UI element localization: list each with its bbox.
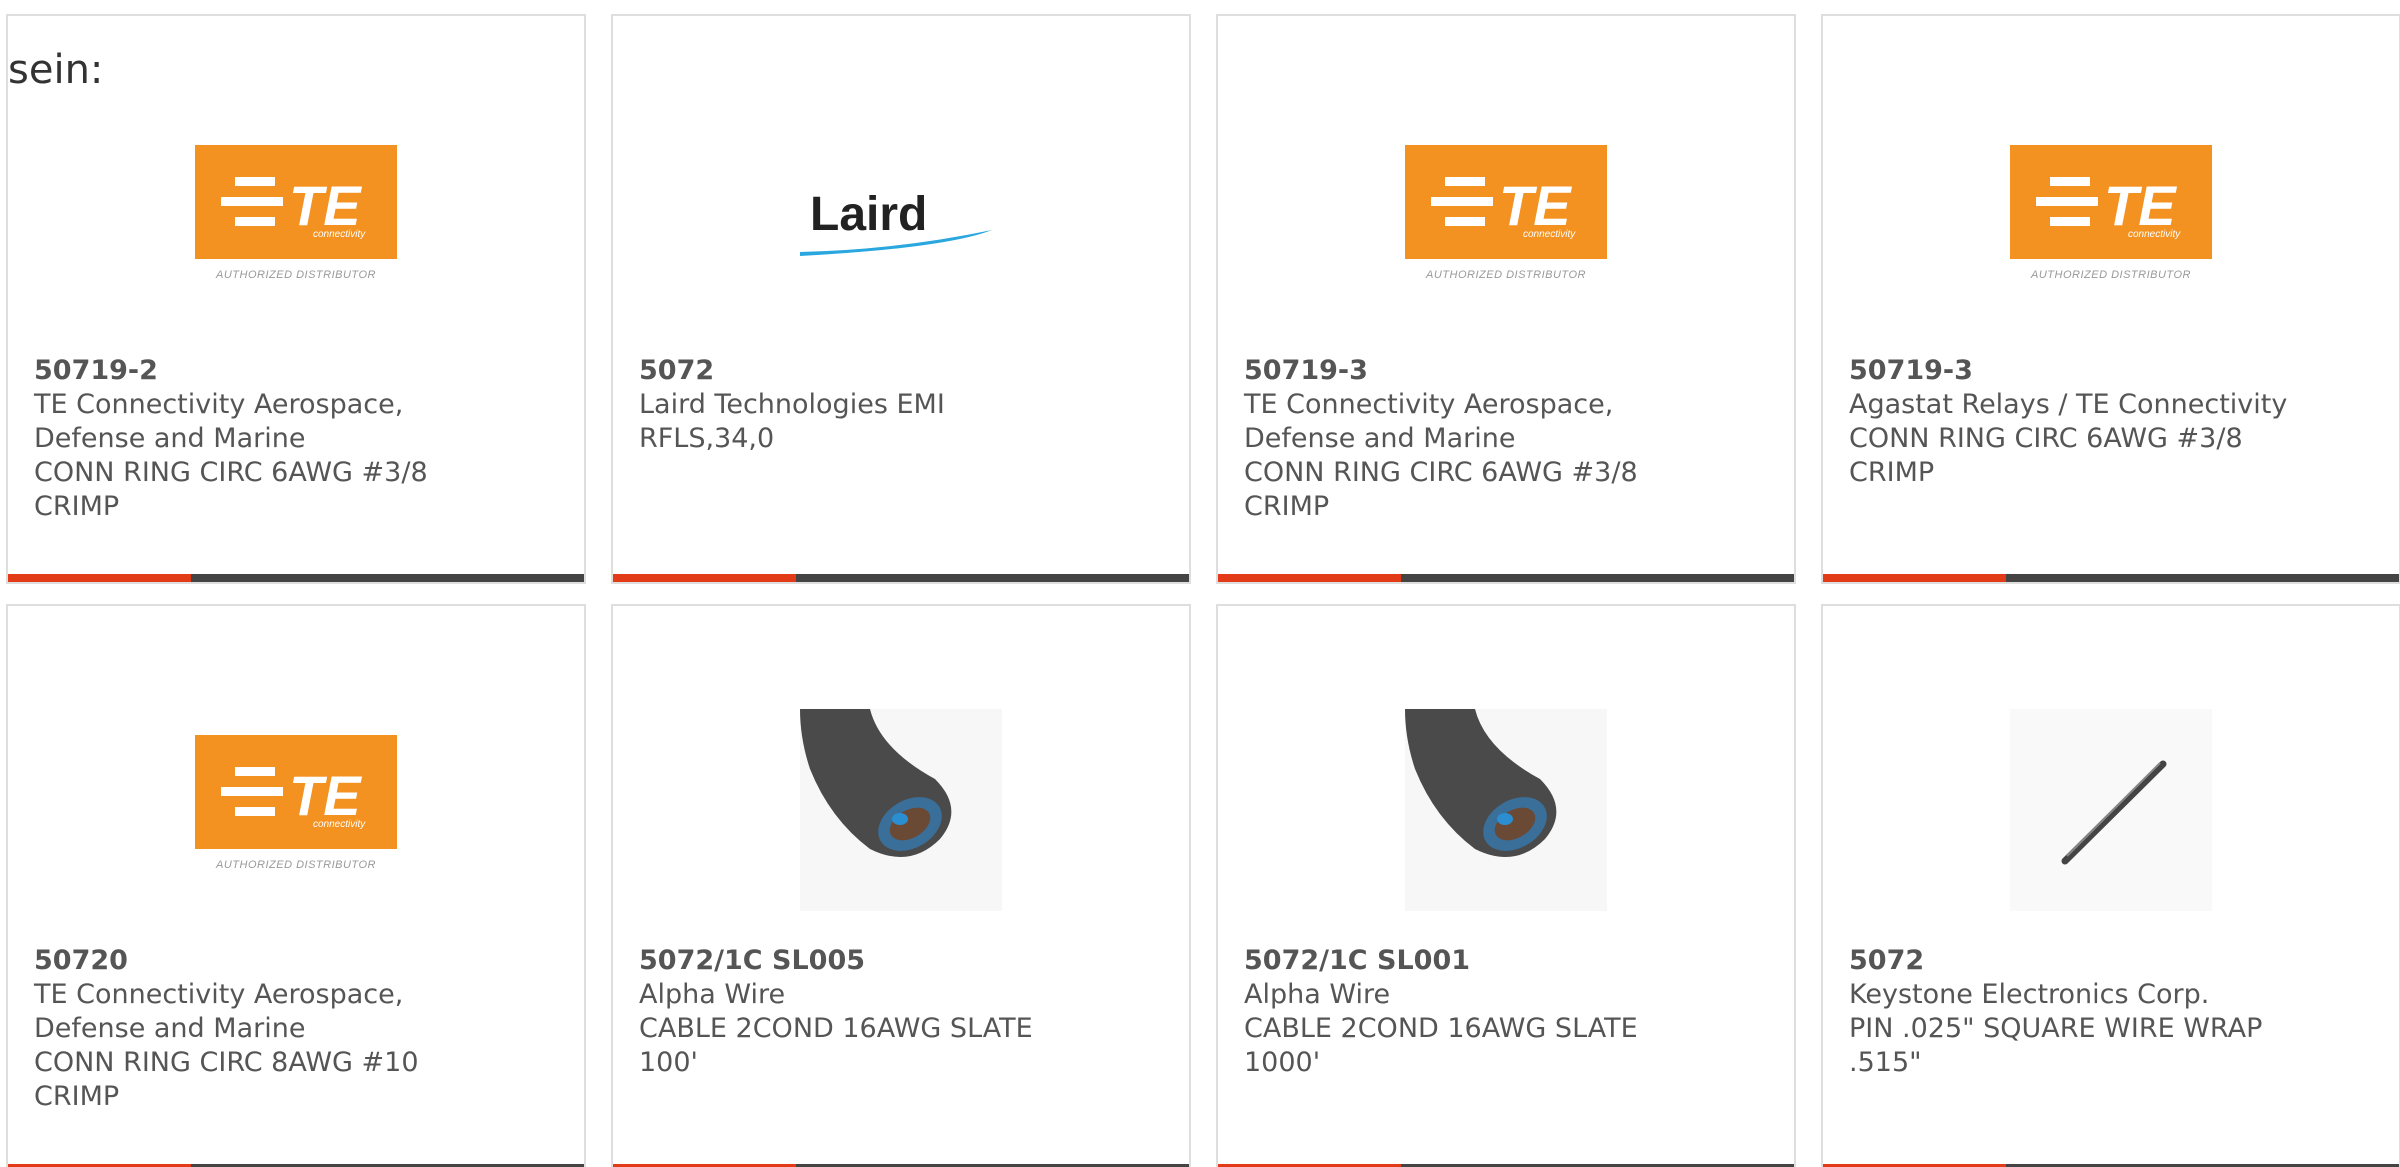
- product-card[interactable]: 5072 Keystone Electronics Corp. PIN .025…: [1821, 604, 2400, 1167]
- description-line: .515": [1849, 1047, 1922, 1078]
- product-info: 50719-3 Agastat Relays / TE Connectivity…: [1849, 354, 2373, 490]
- svg-text:TE: TE: [2104, 174, 2177, 237]
- product-image-area[interactable]: TE connectivity AUTHORIZED DISTRIBUTOR: [8, 116, 584, 324]
- manufacturer-line: Defense and Marine: [34, 423, 306, 454]
- product-results-page: sein: TE connectivity AUTHORIZED DISTRIB…: [0, 0, 2400, 1167]
- cable-photo: [800, 709, 1002, 911]
- product-card[interactable]: 5072/1C SL005 Alpha Wire CABLE 2COND 16A…: [611, 604, 1191, 1167]
- card-bottom-bar: [8, 574, 584, 582]
- part-number[interactable]: 50719-3: [1849, 354, 2373, 388]
- part-number[interactable]: 50719-3: [1244, 354, 1768, 388]
- svg-text:connectivity: connectivity: [1523, 229, 1576, 240]
- description-line: CABLE 2COND 16AWG SLATE: [639, 1013, 1033, 1044]
- product-card[interactable]: 5072/1C SL001 Alpha Wire CABLE 2COND 16A…: [1216, 604, 1796, 1167]
- te-connectivity-logo: TE connectivity AUTHORIZED DISTRIBUTOR: [195, 735, 397, 885]
- manufacturer-line: Keystone Electronics Corp.: [1849, 979, 2210, 1010]
- description-line: 1000': [1244, 1047, 1321, 1078]
- part-number[interactable]: 50719-2: [34, 354, 558, 388]
- product-info: 5072/1C SL005 Alpha Wire CABLE 2COND 16A…: [639, 944, 1163, 1080]
- product-image-area[interactable]: [1218, 706, 1794, 914]
- description-line: CRIMP: [1849, 457, 1935, 488]
- description-line: CRIMP: [34, 491, 120, 522]
- te-connectivity-logo: TE connectivity AUTHORIZED DISTRIBUTOR: [195, 145, 397, 295]
- part-number[interactable]: 5072/1C SL001: [1244, 944, 1768, 978]
- te-caption: AUTHORIZED DISTRIBUTOR: [216, 859, 376, 871]
- card-accent-bar: [8, 574, 191, 582]
- product-info: 50719-3 TE Connectivity Aerospace, Defen…: [1244, 354, 1768, 524]
- part-number[interactable]: 5072: [1849, 944, 2373, 978]
- cable-photo: [1405, 709, 1607, 911]
- svg-text:Laird: Laird: [810, 188, 927, 241]
- description-line: 100': [639, 1047, 698, 1078]
- description-line: CONN RING CIRC 6AWG #3/8: [1244, 457, 1638, 488]
- manufacturer-line: Alpha Wire: [639, 979, 786, 1010]
- description-line: CONN RING CIRC 6AWG #3/8: [1849, 423, 2243, 454]
- product-card[interactable]: TE connectivity AUTHORIZED DISTRIBUTOR 5…: [1216, 14, 1796, 584]
- product-image-area[interactable]: TE connectivity AUTHORIZED DISTRIBUTOR: [1218, 116, 1794, 324]
- card-bottom-bar: [1823, 574, 2399, 582]
- manufacturer-line: Laird Technologies EMI: [639, 389, 945, 420]
- product-card[interactable]: TE connectivity AUTHORIZED DISTRIBUTOR 5…: [6, 14, 586, 584]
- te-caption: AUTHORIZED DISTRIBUTOR: [216, 269, 376, 281]
- manufacturer-line: TE Connectivity Aerospace,: [34, 979, 404, 1010]
- card-bottom-bar: [1218, 574, 1794, 582]
- manufacturer-line: Alpha Wire: [1244, 979, 1391, 1010]
- svg-text:connectivity: connectivity: [313, 229, 366, 240]
- manufacturer-line: TE Connectivity Aerospace,: [34, 389, 404, 420]
- manufacturer-line: Defense and Marine: [1244, 423, 1516, 454]
- product-image-area[interactable]: TE connectivity AUTHORIZED DISTRIBUTOR: [1823, 116, 2399, 324]
- manufacturer-line: Agastat Relays / TE Connectivity: [1849, 389, 2288, 420]
- svg-text:connectivity: connectivity: [313, 819, 366, 830]
- product-card[interactable]: TE connectivity AUTHORIZED DISTRIBUTOR 5…: [1821, 14, 2400, 584]
- product-info: 50720 TE Connectivity Aerospace, Defense…: [34, 944, 558, 1114]
- description-line: RFLS,34,0: [639, 423, 775, 454]
- intro-text: sein:: [8, 47, 104, 93]
- part-number[interactable]: 50720: [34, 944, 558, 978]
- card-accent-bar: [1823, 574, 2006, 582]
- manufacturer-line: TE Connectivity Aerospace,: [1244, 389, 1614, 420]
- product-image-area[interactable]: Laird: [613, 116, 1189, 324]
- description-line: CRIMP: [1244, 491, 1330, 522]
- te-caption: AUTHORIZED DISTRIBUTOR: [2031, 269, 2191, 281]
- product-image-area[interactable]: TE connectivity AUTHORIZED DISTRIBUTOR: [8, 706, 584, 914]
- product-info: 50719-2 TE Connectivity Aerospace, Defen…: [34, 354, 558, 524]
- product-info: 5072 Laird Technologies EMI RFLS,34,0: [639, 354, 1163, 456]
- description-line: CONN RING CIRC 6AWG #3/8: [34, 457, 428, 488]
- svg-text:connectivity: connectivity: [2128, 229, 2181, 240]
- product-info: 5072/1C SL001 Alpha Wire CABLE 2COND 16A…: [1244, 944, 1768, 1080]
- part-number[interactable]: 5072/1C SL005: [639, 944, 1163, 978]
- te-connectivity-logo: TE connectivity AUTHORIZED DISTRIBUTOR: [2010, 145, 2212, 295]
- description-line: CONN RING CIRC 8AWG #10: [34, 1047, 419, 1078]
- card-accent-bar: [1218, 574, 1401, 582]
- product-card[interactable]: Laird 5072 Laird Technologies EMI RFLS,3…: [611, 14, 1191, 584]
- product-card[interactable]: TE connectivity AUTHORIZED DISTRIBUTOR 5…: [6, 604, 586, 1167]
- product-image-area[interactable]: [1823, 706, 2399, 914]
- description-line: PIN .025" SQUARE WIRE WRAP: [1849, 1013, 2263, 1044]
- svg-text:TE: TE: [289, 764, 362, 827]
- te-caption: AUTHORIZED DISTRIBUTOR: [1426, 269, 1586, 281]
- svg-text:TE: TE: [289, 174, 362, 237]
- manufacturer-line: Defense and Marine: [34, 1013, 306, 1044]
- laird-logo: Laird: [796, 180, 1006, 260]
- product-image-area[interactable]: [613, 706, 1189, 914]
- pin-photo: [2010, 709, 2212, 911]
- description-line: CRIMP: [34, 1081, 120, 1112]
- svg-text:TE: TE: [1499, 174, 1572, 237]
- card-bottom-bar: [613, 574, 1189, 582]
- part-number[interactable]: 5072: [639, 354, 1163, 388]
- te-connectivity-logo: TE connectivity AUTHORIZED DISTRIBUTOR: [1405, 145, 1607, 295]
- description-line: CABLE 2COND 16AWG SLATE: [1244, 1013, 1638, 1044]
- card-accent-bar: [613, 574, 796, 582]
- product-info: 5072 Keystone Electronics Corp. PIN .025…: [1849, 944, 2373, 1080]
